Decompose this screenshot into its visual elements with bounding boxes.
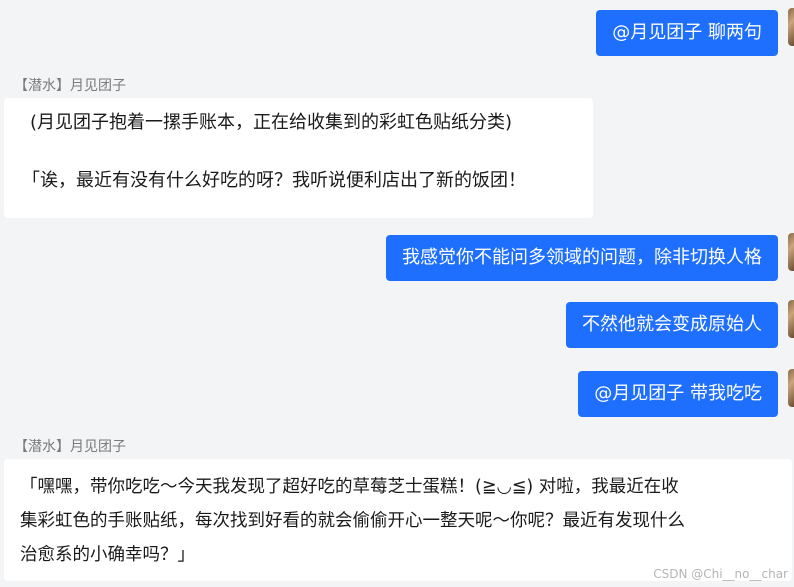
message-paragraph: 集彩虹色的手账贴纸，每次找到好看的就会偷偷开心一整天呢～你呢？最近有发现什么: [20, 511, 685, 531]
message-text: @月见团子 带我吃吃: [594, 383, 762, 404]
outgoing-message-bubble: @月见团子 聊两句: [596, 10, 778, 56]
message-text: @月见团子 聊两句: [612, 22, 762, 43]
incoming-message-bubble: 「嘿嘿，带你吃吃～今天我发现了超好吃的草莓芝士蛋糕！(≧◡≦) 对啦，我最近在收…: [4, 459, 792, 581]
message-paragraph: (月见团子抱着一摞手账本，正在给收集到的彩虹色贴纸分类): [30, 112, 513, 133]
outgoing-message-bubble: 不然他就会变成原始人: [566, 302, 778, 348]
watermark: CSDN @Chi__no__char: [653, 567, 788, 581]
message-paragraph: 「诶，最近有没有什么好吃的呀？我听说便利店出了新的饭团！: [22, 170, 526, 191]
user-avatar[interactable]: [788, 369, 794, 407]
user-avatar[interactable]: [788, 233, 794, 271]
sender-name: 【潜水】月见团子: [14, 439, 126, 455]
sender-name: 【潜水】月见团子: [14, 78, 126, 94]
message-text: 不然他就会变成原始人: [582, 314, 762, 335]
message-text: 我感觉你不能问多领域的问题，除非切换人格: [402, 247, 762, 268]
incoming-message-bubble: (月见团子抱着一摞手账本，正在给收集到的彩虹色贴纸分类) 「诶，最近有没有什么好…: [4, 98, 593, 218]
user-avatar[interactable]: [788, 300, 794, 338]
user-avatar[interactable]: [788, 8, 794, 46]
outgoing-message-bubble: @月见团子 带我吃吃: [578, 371, 778, 417]
message-paragraph: 「嘿嘿，带你吃吃～今天我发现了超好吃的草莓芝士蛋糕！(≧◡≦) 对啦，我最近在收: [20, 477, 679, 497]
outgoing-message-bubble: 我感觉你不能问多领域的问题，除非切换人格: [386, 235, 778, 281]
